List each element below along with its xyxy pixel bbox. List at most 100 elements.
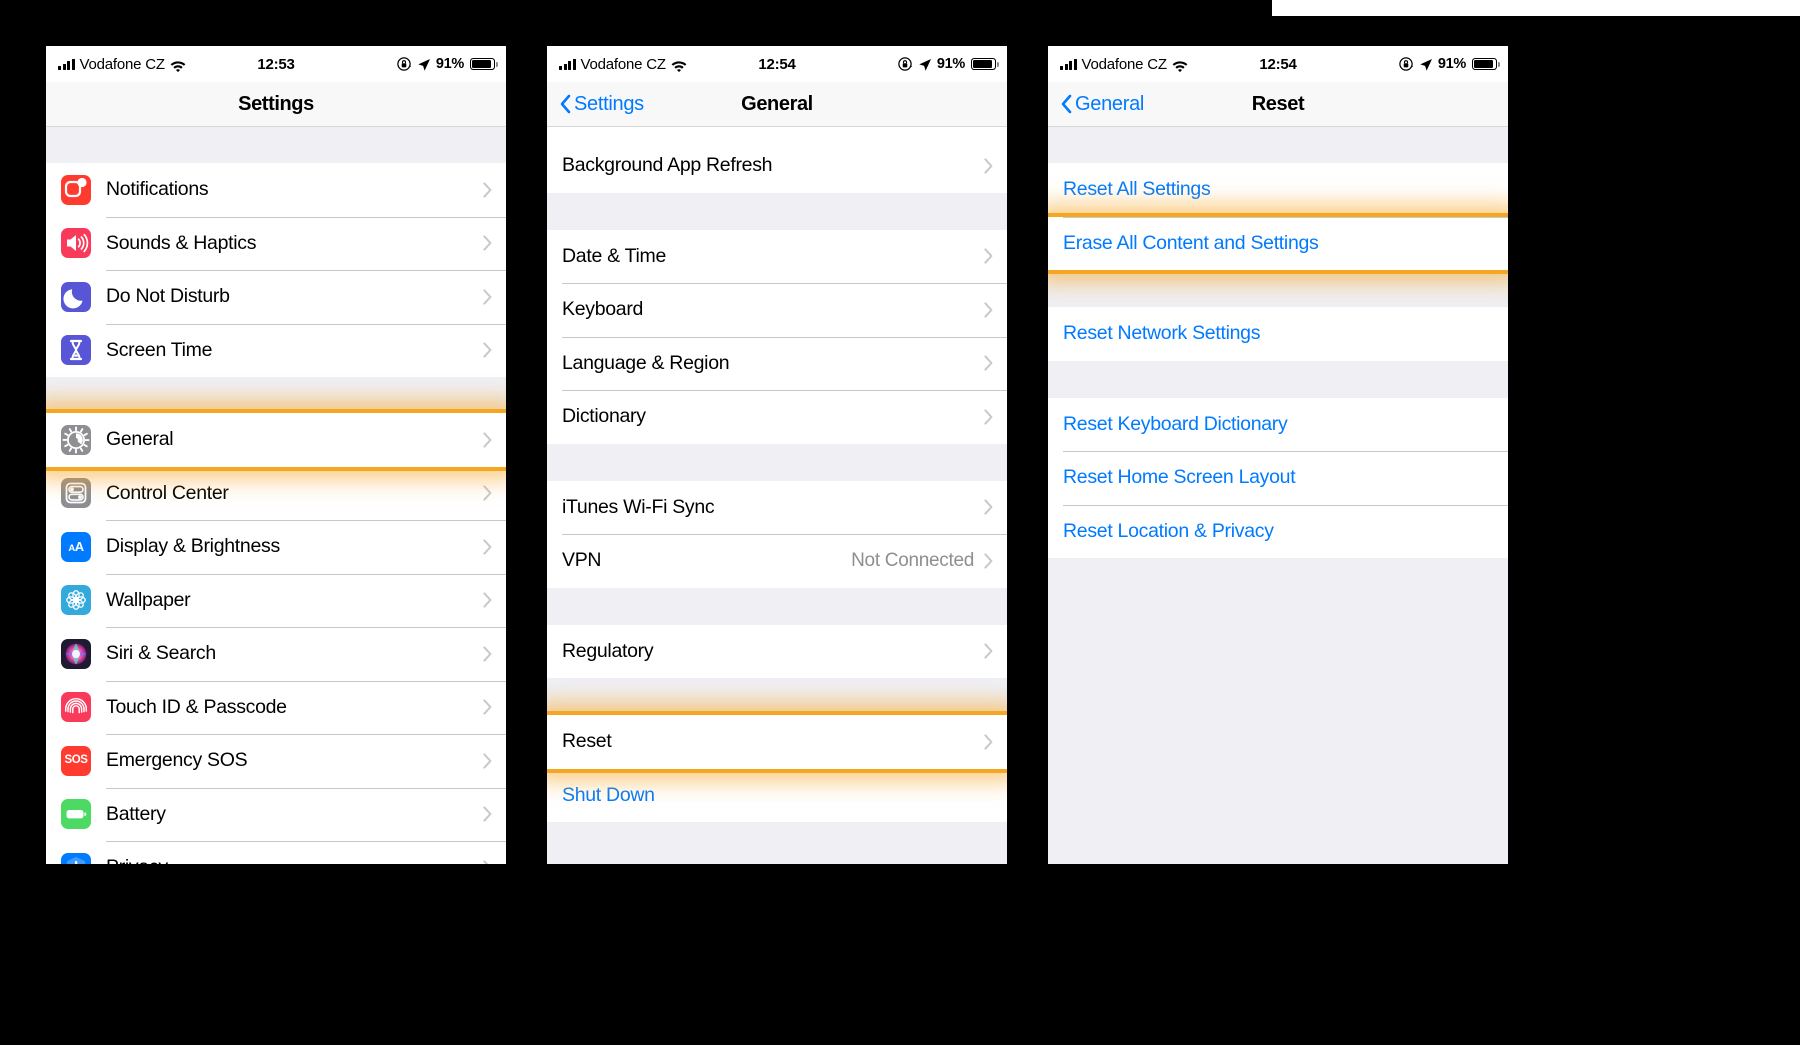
notifications-icon	[61, 174, 91, 205]
list-section: General Control Center AA Display & Brightn…	[46, 413, 506, 864]
list-row-language-region[interactable]: Language & Region	[547, 336, 1007, 390]
frame-notch-bottom-left	[0, 1045, 1272, 1064]
list-row-reset-network-settings[interactable]: Reset Network Settings	[1048, 307, 1508, 361]
touch-id-icon	[61, 692, 91, 723]
chevron-right-icon	[984, 643, 993, 659]
list-row-label: Reset Keyboard Dictionary	[1063, 412, 1288, 435]
settings-list[interactable]: Background App Refresh Date & Time Keyboar…	[547, 127, 1007, 864]
list-row-reset-all-settings[interactable]: Reset All Settings	[1048, 163, 1508, 217]
list-section-gap	[1048, 360, 1508, 398]
list-row-do-not-disturb[interactable]: Do Not Disturb	[46, 270, 506, 324]
list-row-clipped-top[interactable]	[547, 127, 1007, 139]
list-row-control-center[interactable]: Control Center	[46, 466, 506, 520]
list-row-date-time[interactable]: Date & Time	[547, 229, 1007, 283]
battery-setting-icon	[61, 799, 91, 830]
list-section-gap	[1048, 127, 1508, 163]
battery-icon	[470, 58, 498, 70]
battery-percentage: 91%	[435, 56, 464, 72]
list-row-shut-down[interactable]: Shut Down	[547, 768, 1007, 822]
back-button[interactable]: Settings	[559, 93, 644, 116]
rotation-lock-icon	[397, 57, 412, 71]
list-row-label: VPN	[562, 549, 602, 572]
status-bar-right: 91%	[397, 56, 498, 72]
back-button[interactable]: General	[1060, 93, 1144, 116]
list-row-siri-search[interactable]: Siri & Search	[46, 627, 506, 681]
battery-icon	[1472, 58, 1500, 70]
privacy-icon	[61, 852, 91, 864]
list-row-sounds-haptics[interactable]: Sounds & Haptics	[46, 216, 506, 270]
battery-percentage: 91%	[936, 56, 965, 72]
gear-icon	[61, 424, 91, 455]
phone-screen-general: Vodafone CZ 12:54 91% Settings General Backg…	[547, 46, 1007, 864]
list-section: Reset Network Settings	[1048, 307, 1508, 361]
list-row-wallpaper[interactable]: Wallpaper	[46, 573, 506, 627]
chevron-right-icon	[483, 592, 492, 608]
screen-time-icon	[61, 335, 91, 366]
settings-list[interactable]: Notifications Sounds & Haptics Do Not Dist…	[46, 127, 506, 864]
list-section: Regulatory	[547, 624, 1007, 678]
list-row-screen-time[interactable]: Screen Time	[46, 323, 506, 377]
list-row-itunes-wi-fi-sync[interactable]: iTunes Wi-Fi Sync	[547, 480, 1007, 534]
list-row-label: Notifications	[106, 178, 209, 201]
list-row-label: Control Center	[106, 481, 229, 504]
battery-icon	[971, 58, 999, 70]
list-section: Background App Refresh	[547, 139, 1007, 193]
list-row-label: Screen Time	[106, 338, 213, 361]
sounds-icon	[61, 228, 91, 259]
list-row-label: Keyboard	[562, 298, 644, 321]
list-row-display-brightness[interactable]: AA Display & Brightness	[46, 520, 506, 574]
chevron-right-icon	[483, 806, 492, 822]
list-row-vpn[interactable]: VPN Not Connected	[547, 534, 1007, 588]
chevron-left-icon	[1060, 94, 1072, 114]
settings-list[interactable]: Reset All Settings Erase All Content and …	[1048, 127, 1508, 864]
list-row-regulatory[interactable]: Regulatory	[547, 624, 1007, 678]
list-row-dictionary[interactable]: Dictionary	[547, 390, 1007, 444]
list-section-gap	[46, 377, 506, 413]
list-row-background-app-refresh[interactable]: Background App Refresh	[547, 139, 1007, 193]
status-bar: Vodafone CZ 12:54 91%	[547, 46, 1007, 82]
list-row-label: Emergency SOS	[106, 749, 248, 772]
list-row-label: Sounds & Haptics	[106, 231, 257, 254]
list-row-reset[interactable]: Reset	[547, 715, 1007, 769]
list-row-label: Battery	[106, 802, 166, 825]
list-row-reset-keyboard-dictionary[interactable]: Reset Keyboard Dictionary	[1048, 397, 1508, 451]
list-row-reset-home-screen-layout[interactable]: Reset Home Screen Layout	[1048, 451, 1508, 505]
siri-icon	[61, 638, 91, 669]
list-row-general[interactable]: General	[46, 413, 506, 467]
navigation-bar: Settings	[46, 82, 506, 127]
list-row-label: Regulatory	[562, 639, 654, 662]
chevron-right-icon	[483, 860, 492, 864]
list-row-keyboard[interactable]: Keyboard	[547, 283, 1007, 337]
emergency-sos-icon: SOS	[61, 745, 91, 776]
chevron-right-icon	[483, 235, 492, 251]
chevron-right-icon	[483, 699, 492, 715]
list-row-label: Reset	[562, 730, 612, 753]
list-row-notifications[interactable]: Notifications	[46, 163, 506, 217]
chevron-right-icon	[483, 289, 492, 305]
status-bar: Vodafone CZ 12:54 91%	[1048, 46, 1508, 82]
list-row-label: Background App Refresh	[562, 154, 773, 177]
list-section-gap	[46, 127, 506, 163]
location-arrow-icon	[918, 58, 931, 71]
chevron-right-icon	[483, 646, 492, 662]
chevron-right-icon	[984, 553, 993, 569]
list-section-gap	[547, 587, 1007, 625]
list-row-emergency-sos[interactable]: SOS Emergency SOS	[46, 734, 506, 788]
list-section: iTunes Wi-Fi Sync VPN Not Connected	[547, 480, 1007, 588]
chevron-right-icon	[984, 409, 993, 425]
navigation-bar: General Reset	[1048, 82, 1508, 127]
phone-screen-settings: Vodafone CZ 12:53 91% Settings Notifications…	[46, 46, 506, 864]
list-row-battery[interactable]: Battery	[46, 787, 506, 841]
list-row-label: Reset All Settings	[1063, 178, 1211, 201]
chevron-right-icon	[984, 499, 993, 515]
rotation-lock-icon	[898, 57, 913, 71]
list-row-erase-all-content-and-settings[interactable]: Erase All Content and Settings	[1048, 216, 1508, 270]
list-section: Date & Time Keyboard Language & Region Dict…	[547, 229, 1007, 444]
list-section-gap	[547, 192, 1007, 230]
rotation-lock-icon	[1399, 57, 1414, 71]
chevron-right-icon	[483, 753, 492, 769]
list-row-privacy[interactable]: Privacy	[46, 841, 506, 864]
list-section: Reset Keyboard Dictionary Reset Home Scre…	[1048, 397, 1508, 558]
list-row-reset-location-privacy[interactable]: Reset Location & Privacy	[1048, 504, 1508, 558]
list-row-touch-id-passcode[interactable]: Touch ID & Passcode	[46, 680, 506, 734]
